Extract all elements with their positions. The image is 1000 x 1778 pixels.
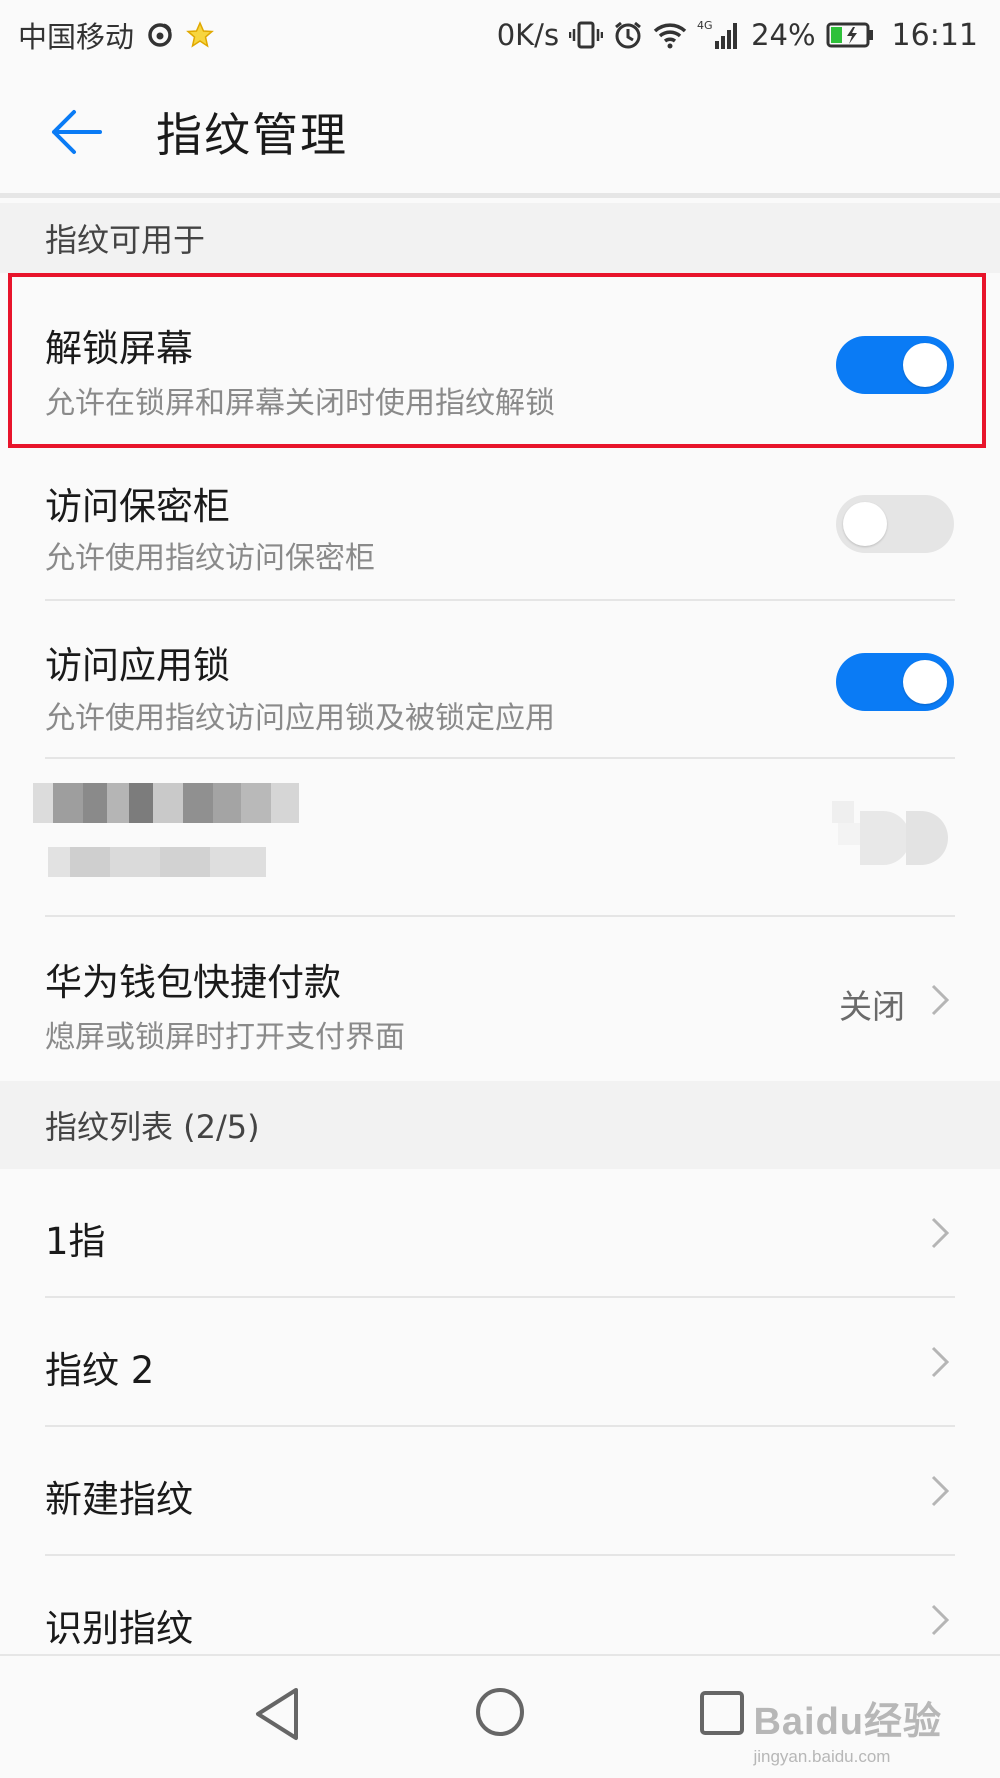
- circle-home-icon: [476, 1688, 524, 1736]
- chevron-right-icon: [931, 1604, 950, 1636]
- row-title: 华为钱包快捷付款: [45, 961, 341, 1004]
- row-subtitle: 允许使用指纹访问应用锁及被锁定应用: [45, 701, 555, 736]
- fingerprint-item-1[interactable]: 1指: [0, 1169, 1000, 1298]
- chevron-right-icon: [931, 1346, 950, 1378]
- row-unlock-screen[interactable]: 解锁屏幕 允许在锁屏和屏幕关闭时使用指纹解锁: [0, 273, 1000, 448]
- row-huawei-wallet[interactable]: 华为钱包快捷付款 熄屏或锁屏时打开支付界面 关闭: [0, 917, 1000, 1081]
- chevron-right-icon: [931, 1475, 950, 1507]
- identify-fingerprint-item[interactable]: 识别指纹: [0, 1556, 1000, 1654]
- row-app-lock[interactable]: 访问应用锁 允许使用指纹访问应用锁及被锁定应用: [0, 601, 1000, 759]
- status-time: 16:11: [891, 17, 978, 53]
- navigation-bar: Baidu经验 jingyan.baidu.com: [0, 1654, 1000, 1778]
- toggle-knob: [843, 502, 887, 546]
- watermark-url: jingyan.baidu.com: [753, 1747, 891, 1766]
- battery-percent: 24%: [751, 18, 816, 52]
- list-item-label: 指纹 2: [45, 1349, 155, 1392]
- triangle-back-icon: [256, 1688, 298, 1740]
- square-recents-icon: [700, 1691, 744, 1735]
- watermark-logo: Baidu经验: [753, 1701, 942, 1743]
- network-type-label: 4G: [697, 19, 713, 32]
- list-item-label: 识别指纹: [45, 1607, 193, 1650]
- net-speed: 0K/s: [496, 18, 560, 52]
- unlock-screen-toggle[interactable]: [836, 336, 954, 394]
- row-subtitle: 允许在锁屏和屏幕关闭时使用指纹解锁: [45, 386, 555, 421]
- row-subtitle: 允许使用指纹访问保密柜: [45, 541, 375, 576]
- watermark: Baidu经验 jingyan.baidu.com: [753, 1690, 942, 1767]
- list-item-label: 新建指纹: [45, 1478, 193, 1521]
- app-lock-toggle[interactable]: [836, 653, 954, 711]
- nav-recents-button[interactable]: [699, 1690, 745, 1740]
- row-title: 访问保密柜: [45, 485, 230, 528]
- chevron-right-icon: [931, 984, 950, 1016]
- row-title: 解锁屏幕: [45, 327, 193, 370]
- page-title: 指纹管理: [156, 107, 348, 162]
- toggle-knob: [903, 343, 947, 387]
- list-item-label: 1指: [45, 1220, 106, 1263]
- wallet-value: 关闭: [839, 987, 905, 1026]
- vibrate-icon: [569, 20, 604, 50]
- back-button[interactable]: [0, 68, 150, 196]
- fingerprint-item-2[interactable]: 指纹 2: [0, 1298, 1000, 1427]
- star-icon: [186, 21, 214, 49]
- new-fingerprint-item[interactable]: 新建指纹: [0, 1427, 1000, 1556]
- row-safe-access[interactable]: 访问保密柜 允许使用指纹访问保密柜: [0, 448, 1000, 601]
- nav-back-button[interactable]: [252, 1686, 302, 1746]
- row-title: 访问应用锁: [45, 644, 230, 687]
- safe-access-toggle[interactable]: [836, 495, 954, 553]
- row-obscured[interactable]: [0, 759, 1000, 917]
- chevron-right-icon: [931, 1217, 950, 1249]
- status-bar: 中国移动 0K/s 4G 24% 16:11: [0, 0, 1000, 70]
- carrier-name: 中国移动: [18, 20, 135, 54]
- nav-home-button[interactable]: [474, 1686, 526, 1742]
- back-arrow-icon: [52, 109, 102, 154]
- toggle-knob: [903, 660, 947, 704]
- status-left: 中国移动: [18, 14, 214, 56]
- alarm-icon: [613, 20, 643, 50]
- app-bar: 指纹管理: [0, 70, 1000, 198]
- battery-charging-icon: [826, 22, 876, 48]
- weibo-icon: [146, 21, 174, 49]
- section-header-usage: 指纹可用于: [0, 203, 1000, 273]
- signal-icon: 4G: [697, 19, 741, 51]
- row-subtitle: 熄屏或锁屏时打开支付界面: [45, 1020, 405, 1055]
- wifi-icon: [653, 21, 687, 49]
- section-header-list: 指纹列表 (2/5): [0, 1081, 1000, 1169]
- status-right: 0K/s 4G 24% 16:11: [497, 18, 978, 53]
